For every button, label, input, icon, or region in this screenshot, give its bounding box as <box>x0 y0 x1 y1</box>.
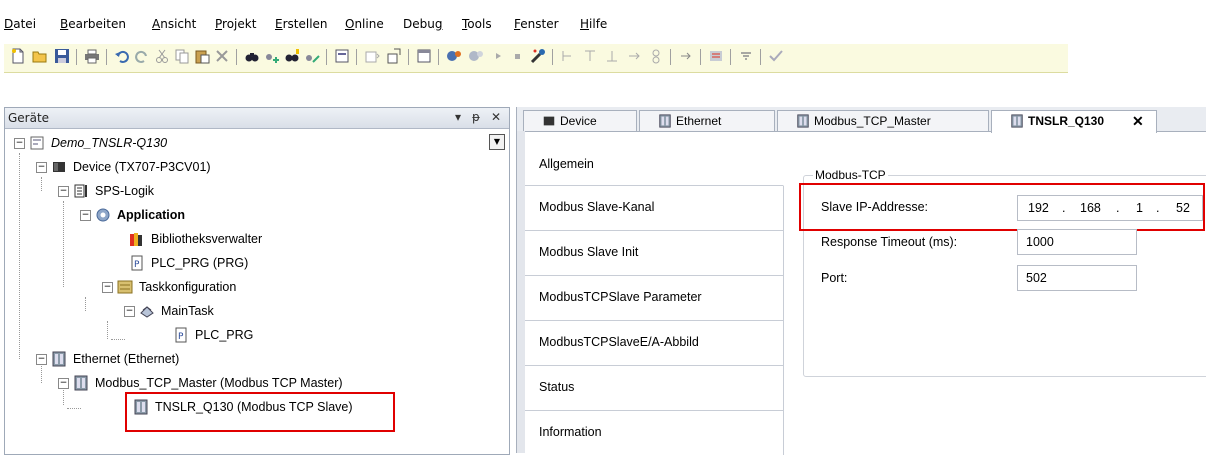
task-config-icon <box>117 280 133 294</box>
menu-erstellen[interactable]: Erstellen <box>275 17 328 31</box>
config-side-nav: Allgemein Modbus Slave-Kanal Modbus Slav… <box>525 141 784 455</box>
devices-panel: Geräte ▾ ᵽ ✕ ▼ − Demo_TNSLR-Q130 − Devic… <box>4 107 510 455</box>
application-gear-icon <box>96 208 110 222</box>
menu-hilfe[interactable]: Hilfe <box>580 17 607 31</box>
print-icon[interactable] <box>84 48 100 64</box>
program-call-icon: P <box>175 327 187 343</box>
find-next-icon[interactable] <box>284 48 300 64</box>
highlight-slave-tree-item <box>125 392 395 432</box>
device-tab-icon <box>543 116 555 126</box>
menu-fenster[interactable]: Fenster <box>514 17 559 31</box>
tab-tnslr-q130[interactable]: TNSLR_Q130 ✕ <box>991 110 1157 133</box>
close-tab-icon[interactable]: ✕ <box>1132 113 1144 130</box>
tab-modbus-tcp-master[interactable]: Modbus_TCP_Master <box>777 110 989 131</box>
panel-menu-icon[interactable]: ▾ <box>451 110 465 124</box>
library-books-icon <box>130 233 142 246</box>
nav-modbustcpslave-parameter[interactable]: ModbusTCPSlave Parameter <box>525 276 784 321</box>
expander-maintask[interactable]: − <box>124 306 135 317</box>
response-timeout-label: Response Timeout (ms): <box>821 235 958 249</box>
nav-information[interactable]: Information <box>525 411 784 455</box>
svg-text:P: P <box>178 332 184 342</box>
logout-icon[interactable] <box>468 48 484 64</box>
project-icon <box>30 136 44 150</box>
replace-icon[interactable] <box>264 48 280 64</box>
editor-area: Device Ethernet Modbus_TCP_Master TNSLR_… <box>516 107 1206 455</box>
program-icon: P <box>131 255 143 271</box>
find-icon[interactable] <box>244 48 260 64</box>
port-label: Port: <box>821 271 848 285</box>
start-icon[interactable] <box>490 48 506 64</box>
devices-panel-title: Geräte <box>8 111 50 125</box>
toolbar-options-icon[interactable] <box>738 48 754 64</box>
menu-bar: Datei Bearbeiten Ansicht Projekt Erstell… <box>0 0 1206 40</box>
paste-icon[interactable] <box>194 48 210 64</box>
open-object-icon[interactable] <box>386 48 402 64</box>
copy-icon[interactable] <box>174 48 190 64</box>
delete-icon[interactable] <box>214 48 230 64</box>
modbus-master-tab-icon <box>797 114 809 128</box>
expander-application[interactable]: − <box>80 210 91 221</box>
expander-modbus-master[interactable]: − <box>58 378 69 389</box>
tab-ethernet[interactable]: Ethernet <box>639 110 775 131</box>
plc-logic-icon <box>74 184 87 198</box>
expander-device[interactable]: − <box>36 162 47 173</box>
find-replace-icon[interactable] <box>304 48 320 64</box>
save-icon[interactable] <box>54 48 70 64</box>
step-into-icon[interactable] <box>582 48 598 64</box>
multiple-download-icon[interactable] <box>708 48 724 64</box>
svg-text:P: P <box>134 260 140 270</box>
clipboard-icon[interactable] <box>334 48 350 64</box>
breakpoint-icon[interactable] <box>648 48 664 64</box>
ethernet-tab-icon <box>659 114 671 128</box>
undo-icon[interactable] <box>114 48 130 64</box>
response-timeout-input[interactable]: 1000 <box>1017 229 1137 255</box>
device-icon <box>53 162 65 172</box>
tab-strip: Device Ethernet Modbus_TCP_Master TNSLR_… <box>517 107 1206 133</box>
devices-panel-header: Geräte ▾ ᵽ ✕ <box>5 108 509 129</box>
modbus-slave-tab-icon <box>1011 114 1023 128</box>
new-file-icon[interactable] <box>10 48 26 64</box>
menu-datei[interactable]: Datei <box>4 17 36 31</box>
task-icon <box>140 306 154 318</box>
nav-status[interactable]: Status <box>525 366 784 411</box>
insert-object-icon[interactable] <box>364 48 380 64</box>
port-input[interactable]: 502 <box>1017 265 1137 291</box>
tree-dropdown-button[interactable]: ▼ <box>489 134 505 150</box>
login-icon[interactable] <box>446 48 462 64</box>
menu-debug[interactable]: Debug <box>403 17 442 31</box>
modbus-master-icon <box>74 375 88 391</box>
menu-ansicht[interactable]: Ansicht <box>152 17 196 31</box>
expander-project[interactable]: − <box>14 138 25 149</box>
step-over-icon[interactable] <box>560 48 576 64</box>
menu-projekt[interactable]: Projekt <box>215 17 256 31</box>
editor-left-strip <box>517 131 525 453</box>
menu-tools[interactable]: Tools <box>462 17 492 31</box>
group-title: Modbus-TCP <box>813 168 888 182</box>
cut-icon[interactable] <box>154 48 170 64</box>
expander-ethernet[interactable]: − <box>36 354 47 365</box>
stop-icon[interactable] <box>510 48 526 64</box>
menu-online[interactable]: Online <box>345 17 384 31</box>
expander-taskkonfiguration[interactable]: − <box>102 282 113 293</box>
run-to-cursor-icon[interactable] <box>626 48 642 64</box>
redo-icon[interactable] <box>134 48 150 64</box>
nav-modbus-slave-kanal[interactable]: Modbus Slave-Kanal <box>525 186 784 231</box>
menu-bearbeiten[interactable]: Bearbeiten <box>60 17 126 31</box>
highlight-slave-ip <box>799 183 1205 231</box>
step-out-icon[interactable] <box>604 48 620 64</box>
ethernet-module-icon <box>52 351 66 367</box>
tab-device[interactable]: Device <box>523 110 637 131</box>
nav-modbus-slave-init[interactable]: Modbus Slave Init <box>525 231 784 276</box>
nav-allgemein[interactable]: Allgemein <box>525 141 784 186</box>
open-folder-icon[interactable] <box>32 48 48 64</box>
reset-tool-icon[interactable] <box>530 48 546 64</box>
close-panel-icon[interactable]: ✕ <box>489 110 503 124</box>
window-icon[interactable] <box>416 48 432 64</box>
toolbar <box>4 44 1068 73</box>
pin-icon[interactable]: ᵽ <box>469 110 483 124</box>
expander-sps-logik[interactable]: − <box>58 186 69 197</box>
nav-modbustcpslave-ea-abbild[interactable]: ModbusTCPSlaveE/A-Abbild <box>525 321 784 366</box>
next-statement-icon[interactable] <box>678 48 694 64</box>
check-icon[interactable] <box>768 48 784 64</box>
